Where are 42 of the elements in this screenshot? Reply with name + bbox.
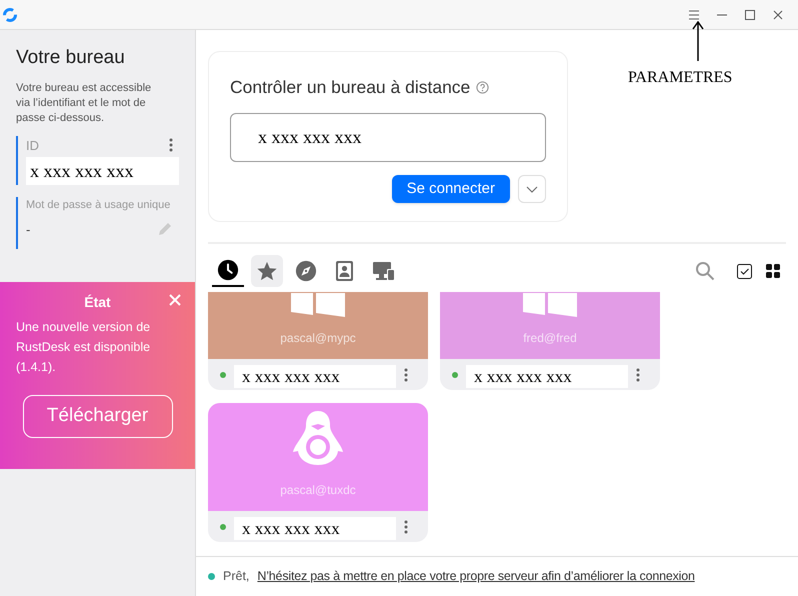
peer-id: x xxx xxx xxx [466, 365, 628, 388]
peer-name: fred@fred [523, 330, 577, 347]
id-value: x xxx xxx xxx [26, 157, 179, 185]
status-text: Prêt, [223, 568, 250, 586]
peer-card[interactable]: pascal@tuxdc x xxx xxx xxx [208, 403, 428, 542]
password-value: - [26, 220, 30, 238]
notification-title: État [84, 293, 111, 312]
more-options-icon[interactable] [636, 368, 640, 382]
server-setup-link[interactable]: N’hésitez pas à mettre en place votre propre serveur afin d’améliorer la connexion [257, 567, 695, 586]
connect-button[interactable]: Se connecter [392, 175, 510, 204]
help-icon[interactable] [476, 80, 490, 94]
password-label: Mot de passe à usage unique [26, 198, 172, 213]
compass-icon [295, 260, 317, 282]
contact-book-icon [335, 260, 355, 282]
star-icon [256, 260, 278, 282]
annotation-arrow [692, 21, 704, 61]
grid-view-icon[interactable] [766, 264, 780, 278]
chevron-down-icon [526, 186, 538, 193]
more-options-icon[interactable] [169, 138, 173, 152]
peer-id: x xxx xxx xxx [234, 365, 396, 388]
annotation-label: PARAMETRES [628, 68, 732, 88]
sidebar-description: Votre bureau est accessible via l’identifiant et le mot de passe ci-dessous. [16, 80, 152, 126]
peer-id: x xxx xxx xxx [234, 517, 396, 540]
app-logo-icon [2, 6, 18, 22]
maximize-icon[interactable] [744, 8, 756, 20]
close-icon[interactable] [772, 8, 784, 20]
more-options-icon[interactable] [404, 520, 408, 534]
remote-id-input[interactable]: x xxx xxx xxx [230, 113, 546, 162]
peer-card[interactable]: pascal@mypc x xxx xxx xxx [208, 292, 428, 390]
notification-message: Une nouvelle version de RustDesk est disponible (1.4.1). [16, 319, 152, 376]
connect-title: Contrôler un bureau à distance [230, 76, 470, 99]
devices-icon [372, 260, 396, 282]
peer-name: pascal@tuxdc [280, 482, 356, 499]
sidebar-title: Votre bureau [16, 46, 126, 70]
menu-icon[interactable] [688, 10, 700, 20]
clock-icon [217, 259, 239, 281]
search-icon[interactable] [695, 261, 715, 281]
checkbox-icon[interactable] [737, 264, 752, 278]
peer-card[interactable]: fred@fred x xxx xxx xxx [440, 292, 660, 390]
peer-name: pascal@mypc [280, 330, 356, 347]
more-options-icon[interactable] [404, 368, 408, 382]
id-label: ID [26, 136, 39, 154]
